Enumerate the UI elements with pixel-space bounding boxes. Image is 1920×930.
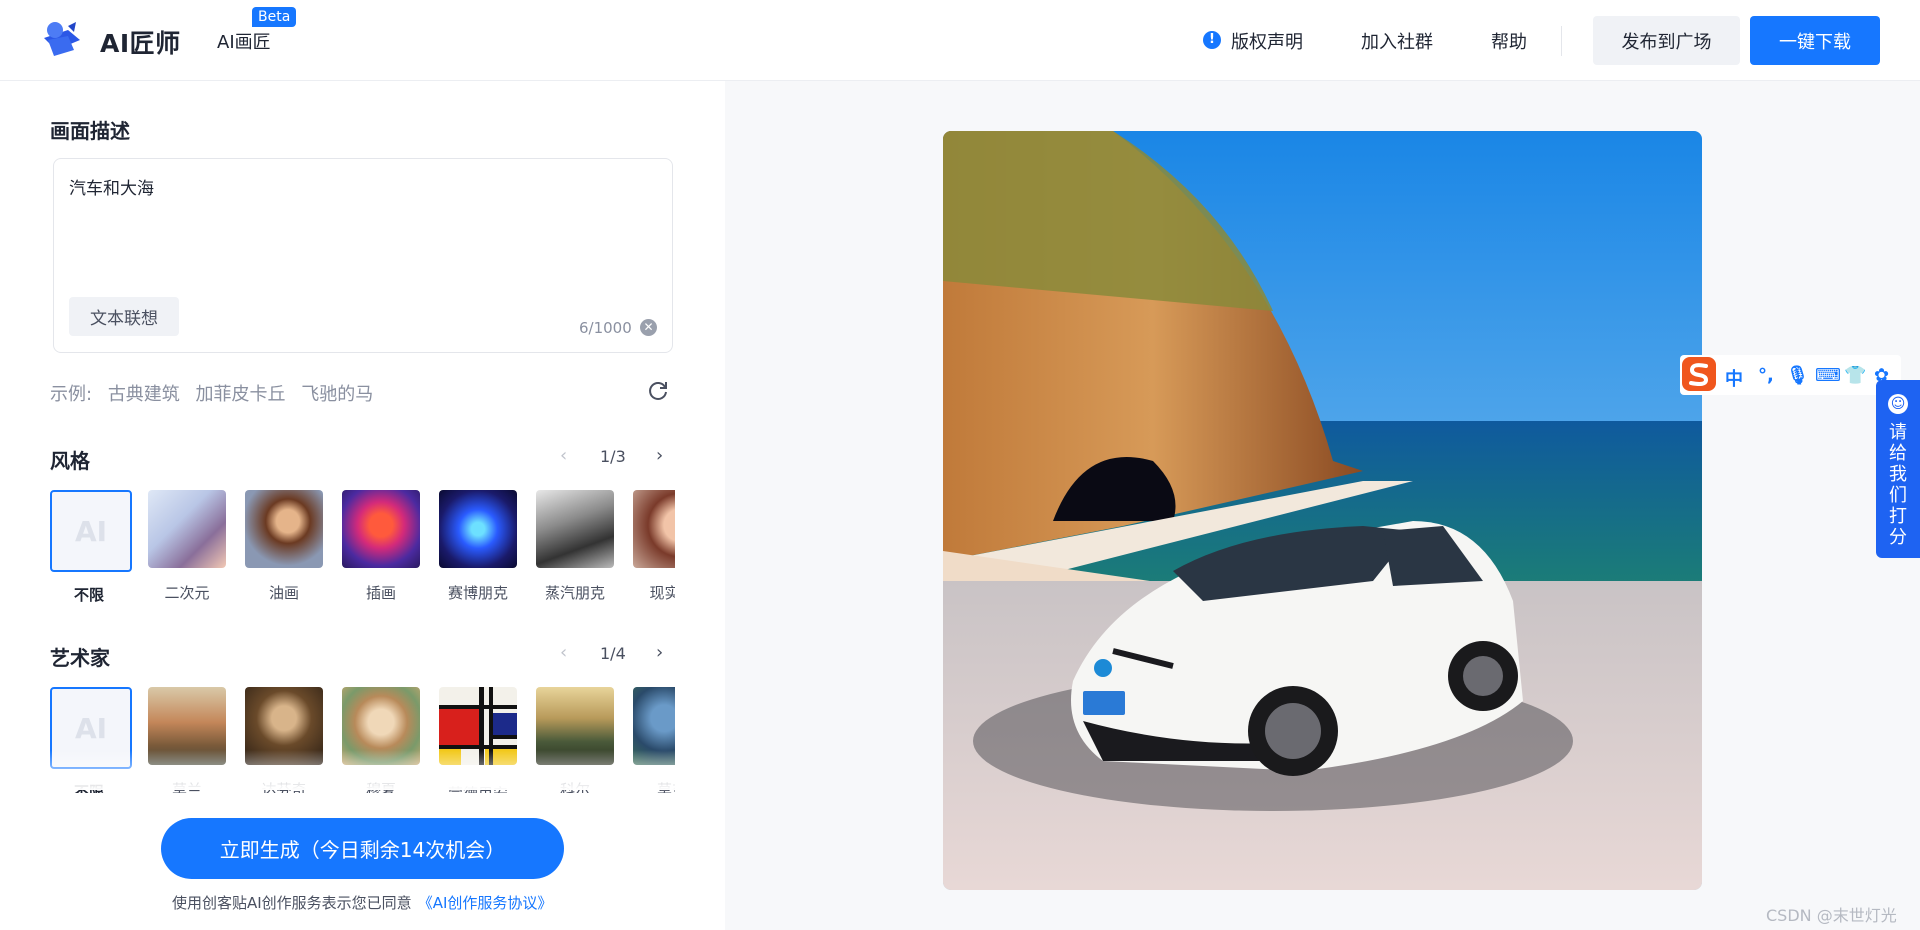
- agreement-text: 使用创客贴AI创作服务表示您已同意 《AI创作服务协议》: [172, 892, 552, 913]
- header-divider: [1561, 26, 1562, 56]
- style-pager: ‹ 1/3 ›: [560, 445, 670, 467]
- example-item[interactable]: 飞驰的马: [301, 384, 373, 405]
- style-thumbnail: [439, 490, 517, 568]
- nav-help[interactable]: 帮助: [1491, 28, 1527, 54]
- style-label: 不限: [73, 586, 104, 604]
- agreement-link[interactable]: 《AI创作服务协议》: [418, 894, 553, 912]
- logo-icon[interactable]: [38, 16, 86, 64]
- style-label: 赛博朋克: [447, 584, 508, 602]
- csdn-watermark: CSDN @末世灯光: [1766, 906, 1897, 925]
- style-thumbnail: [633, 490, 675, 568]
- sogou-logo-icon[interactable]: [1680, 355, 1718, 393]
- refresh-icon[interactable]: [646, 378, 670, 402]
- artist-pager: ‹ 1/4 ›: [560, 642, 670, 664]
- ime-toolbar[interactable]: 中 °, 🎙 ⌨ 👕 ✿: [1680, 355, 1901, 395]
- chevron-left-icon[interactable]: ‹: [560, 642, 567, 663]
- style-label: 油画: [268, 584, 299, 602]
- style-label: 现实照: [649, 584, 675, 602]
- product-name[interactable]: AI画匠: [217, 28, 271, 54]
- nav-join-community[interactable]: 加入社群: [1361, 28, 1433, 54]
- examples-row: 示例: 古典建筑 加菲皮卡丘 飞驰的马: [50, 380, 383, 406]
- ime-chinese-toggle[interactable]: 中: [1725, 365, 1743, 391]
- style-item-steampunk[interactable]: 蒸汽朋克: [536, 490, 614, 603]
- nav-copyright[interactable]: 版权声明: [1231, 28, 1303, 54]
- chevron-left-icon[interactable]: ‹: [560, 445, 567, 466]
- style-label: 蒸汽朋克: [544, 584, 605, 602]
- rating-tab[interactable]: ☺ 请给我们打分: [1876, 380, 1920, 558]
- char-counter: 6/1000: [579, 319, 632, 337]
- style-page: 1/3: [600, 447, 626, 466]
- style-title: 风格: [50, 449, 90, 473]
- style-thumbnail: [245, 490, 323, 568]
- shirt-icon[interactable]: 👕: [1844, 365, 1866, 386]
- generate-button[interactable]: 立即生成（今日剩余14次机会）: [161, 818, 564, 879]
- brand-name[interactable]: AI匠师: [100, 24, 181, 60]
- agreement-label: 使用创客贴AI创作服务表示您已同意: [172, 894, 412, 912]
- example-item[interactable]: 古典建筑: [108, 384, 180, 405]
- keyboard-icon[interactable]: ⌨: [1815, 365, 1841, 386]
- style-thumbnail: [536, 490, 614, 568]
- clear-icon[interactable]: ✕: [640, 319, 657, 336]
- top-header: AI匠师 AI画匠 Beta ! 版权声明 加入社群 帮助 发布到广场 一键下载: [0, 0, 1920, 81]
- ai-placeholder-tile: AI: [50, 490, 132, 572]
- style-list: AI 不限 二次元 油画 插画 赛博朋克 蒸汽朋克 现实照: [50, 490, 675, 605]
- ime-punctuation-toggle[interactable]: °,: [1758, 365, 1774, 386]
- chevron-right-icon[interactable]: ›: [656, 642, 663, 663]
- prompt-title: 画面描述: [50, 119, 130, 143]
- style-item-cyberpunk[interactable]: 赛博朋克: [439, 490, 517, 603]
- download-button[interactable]: 一键下载: [1750, 16, 1880, 65]
- exclamation-icon: !: [1203, 31, 1221, 49]
- publish-button[interactable]: 发布到广场: [1593, 16, 1740, 65]
- style-thumbnail: [148, 490, 226, 568]
- style-label: 二次元: [164, 584, 210, 602]
- style-item-illustration[interactable]: 插画: [342, 490, 420, 603]
- style-label: 插画: [365, 584, 396, 602]
- style-item-realistic[interactable]: 现实照: [633, 490, 675, 603]
- microphone-icon[interactable]: 🎙: [1786, 365, 1809, 386]
- style-item-anime[interactable]: 二次元: [148, 490, 226, 603]
- artist-title: 艺术家: [50, 646, 110, 670]
- rating-label: 请给我们打分: [1889, 422, 1907, 548]
- chevron-right-icon[interactable]: ›: [656, 445, 663, 466]
- artist-page: 1/4: [600, 644, 626, 663]
- prompt-input[interactable]: 汽车和大海 文本联想 6/1000 ✕: [53, 158, 673, 353]
- prompt-text[interactable]: 汽车和大海: [69, 174, 154, 199]
- example-item[interactable]: 加菲皮卡丘: [196, 384, 286, 405]
- scroll-fade: [0, 750, 725, 790]
- examples-prefix: 示例:: [50, 384, 93, 405]
- text-association-button[interactable]: 文本联想: [69, 297, 179, 336]
- style-item-oil[interactable]: 油画: [245, 490, 323, 603]
- beta-badge: Beta: [252, 7, 297, 27]
- style-item-any[interactable]: AI 不限: [50, 490, 132, 605]
- generated-image[interactable]: [943, 131, 1702, 890]
- smile-icon: ☺: [1888, 394, 1908, 414]
- style-thumbnail: [342, 490, 420, 568]
